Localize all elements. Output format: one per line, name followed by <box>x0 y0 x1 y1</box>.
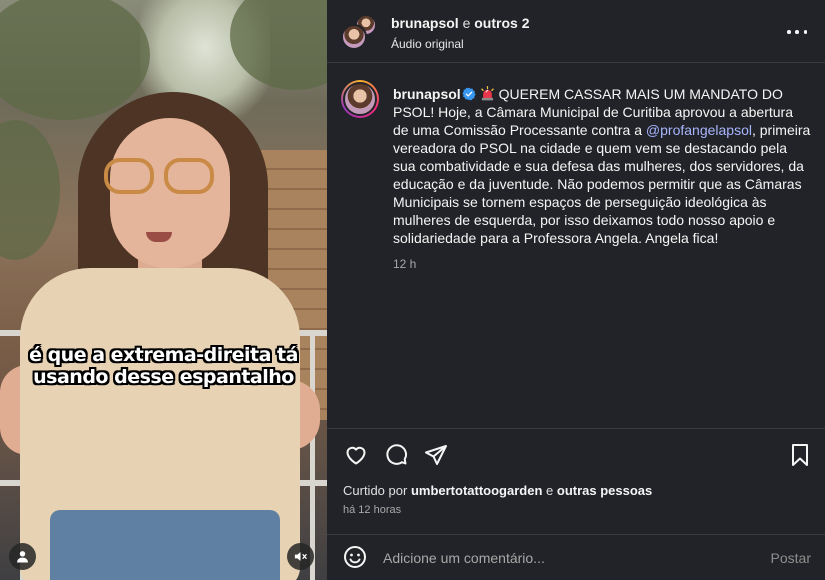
liked-others-link[interactable]: outras pessoas <box>557 483 652 498</box>
bookmark-icon <box>792 444 808 466</box>
person-jeans <box>50 510 280 580</box>
action-bar: Curtido por umbertotattoogarden e outras… <box>327 428 825 516</box>
comment-timestamp[interactable]: 12 h <box>393 257 811 271</box>
post-header: brunapsol e outros 2 Áudio original <box>327 0 825 62</box>
smiley-icon <box>344 546 366 568</box>
video-foliage <box>0 120 60 260</box>
liked-by: Curtido por umbertotattoogarden e outras… <box>327 483 825 498</box>
audio-link[interactable]: Áudio original <box>391 37 529 51</box>
liked-user-link[interactable]: umbertotattoogarden <box>411 483 542 498</box>
more-options-button[interactable] <box>787 22 807 42</box>
avatar <box>341 24 367 50</box>
comment-input[interactable] <box>383 545 743 571</box>
comment-text: , primeira vereadora do PSOL na cidade e… <box>393 122 811 246</box>
action-icons <box>327 429 825 481</box>
owner-line: brunapsol e outros 2 <box>391 15 529 31</box>
person-glasses <box>104 158 218 198</box>
collab-avatars[interactable] <box>341 14 377 50</box>
header-divider <box>327 62 825 63</box>
emoji-button[interactable] <box>343 545 369 571</box>
instagram-post-modal: é que a extrema-direita tá usando desse … <box>0 0 825 580</box>
user-icon <box>17 551 28 563</box>
liked-prefix: Curtido por <box>343 483 408 498</box>
mention-link[interactable]: @profangelapsol <box>646 122 752 138</box>
mute-toggle-button[interactable] <box>287 543 314 570</box>
post-sidebar: brunapsol e outros 2 Áudio original brun… <box>327 0 825 580</box>
like-button[interactable] <box>343 442 369 468</box>
speaker-muted-icon <box>294 552 307 561</box>
header-text: brunapsol e outros 2 Áudio original <box>391 15 529 51</box>
comment-button[interactable] <box>383 442 409 468</box>
post-comment-button[interactable]: Postar <box>771 550 811 566</box>
comment-bubble-icon <box>386 444 407 465</box>
owner-connector: e <box>462 15 471 31</box>
owner-username[interactable]: brunapsol <box>391 15 459 31</box>
reel-video[interactable]: é que a extrema-direita tá usando desse … <box>0 0 327 580</box>
caption-line: usando desse espantalho <box>33 366 294 388</box>
tagged-users-button[interactable] <box>9 543 36 570</box>
post-timestamp[interactable]: há 12 horas <box>327 504 825 516</box>
paper-plane-icon <box>425 445 447 465</box>
verified-badge-icon <box>462 87 476 101</box>
save-button[interactable] <box>787 442 813 468</box>
caption-comment: brunapsol QUEREM CASSAR MAIS UM MANDATO D… <box>341 80 811 271</box>
liked-connector: e <box>546 483 554 498</box>
comment-username[interactable]: brunapsol <box>393 86 461 102</box>
avatar[interactable] <box>341 80 379 118</box>
comment-body: brunapsol QUEREM CASSAR MAIS UM MANDATO D… <box>393 80 811 247</box>
caption-line: é que a extrema-direita tá <box>29 344 298 366</box>
heart-icon <box>346 446 366 465</box>
share-button[interactable] <box>423 442 449 468</box>
collaborators-link[interactable]: outros 2 <box>474 15 529 31</box>
siren-icon <box>480 86 494 101</box>
more-horizontal-icon <box>787 30 791 34</box>
video-foliage <box>0 0 150 120</box>
video-caption: é que a extrema-direita tá usando desse … <box>0 344 327 388</box>
comment-composer: Postar <box>327 534 825 580</box>
